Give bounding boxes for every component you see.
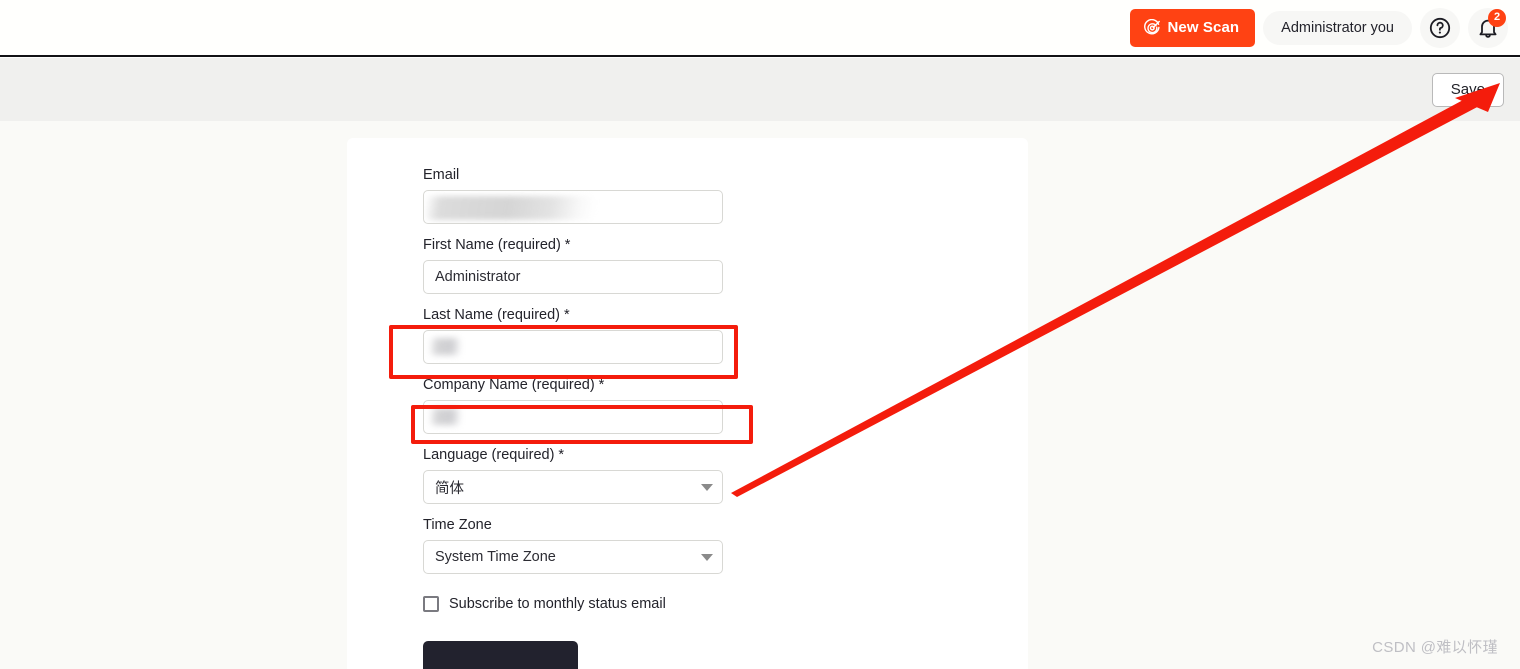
field-first-name: First Name (required) * Administrator (423, 236, 763, 294)
field-label-first-name: First Name (required) * (423, 237, 571, 253)
user-menu-label: Administrator you (1281, 19, 1394, 36)
notifications-button[interactable]: 2 (1468, 7, 1508, 48)
timezone-value: System Time Zone (435, 549, 556, 565)
field-label-language: Language (required) * (423, 447, 565, 463)
page-root: New Scan Administrator you 2 Save Email … (0, 0, 1520, 669)
user-menu-pill[interactable]: Administrator you (1263, 10, 1412, 45)
action-toolbar: Save (0, 58, 1520, 121)
field-label-email: Email (423, 167, 460, 183)
top-header: New Scan Administrator you 2 (0, 0, 1520, 57)
chevron-down-icon (701, 483, 713, 491)
annotation-box-last-name (389, 325, 738, 379)
chevron-down-icon (701, 553, 713, 561)
subscribe-checkbox[interactable] (423, 596, 439, 612)
field-label-last-name: Last Name (required) * (423, 307, 570, 323)
email-input[interactable] (423, 190, 723, 224)
first-name-input[interactable]: Administrator (423, 260, 723, 294)
redacted-email-value (426, 196, 594, 220)
question-circle-icon (1428, 16, 1452, 40)
form-submit-button[interactable] (423, 641, 578, 669)
new-scan-button[interactable]: New Scan (1129, 8, 1256, 47)
field-language: Language (required) * 简体 (423, 446, 763, 504)
language-select[interactable]: 简体 (423, 470, 723, 504)
page-content: Email First Name (required) * Administra… (0, 121, 1520, 669)
field-timezone: Time Zone System Time Zone (423, 516, 763, 574)
radar-swirl-icon (1143, 18, 1161, 36)
notification-badge: 2 (1488, 8, 1506, 27)
help-button[interactable] (1420, 7, 1460, 48)
subscribe-row: Subscribe to monthly status email (423, 596, 763, 612)
field-email: Email (423, 166, 763, 224)
field-label-timezone: Time Zone (423, 517, 492, 533)
watermark: CSDN @难以怀瑾 (1372, 639, 1498, 656)
save-button[interactable]: Save (1431, 72, 1504, 107)
language-value: 简体 (435, 480, 464, 497)
settings-card: Email First Name (required) * Administra… (347, 138, 1028, 669)
timezone-select[interactable]: System Time Zone (423, 540, 723, 574)
new-scan-label: New Scan (1167, 19, 1240, 36)
first-name-value: Administrator (435, 269, 521, 285)
subscribe-label: Subscribe to monthly status email (449, 596, 666, 612)
header-actions: New Scan Administrator you 2 (1129, 7, 1520, 48)
annotation-box-company-name (411, 405, 753, 444)
